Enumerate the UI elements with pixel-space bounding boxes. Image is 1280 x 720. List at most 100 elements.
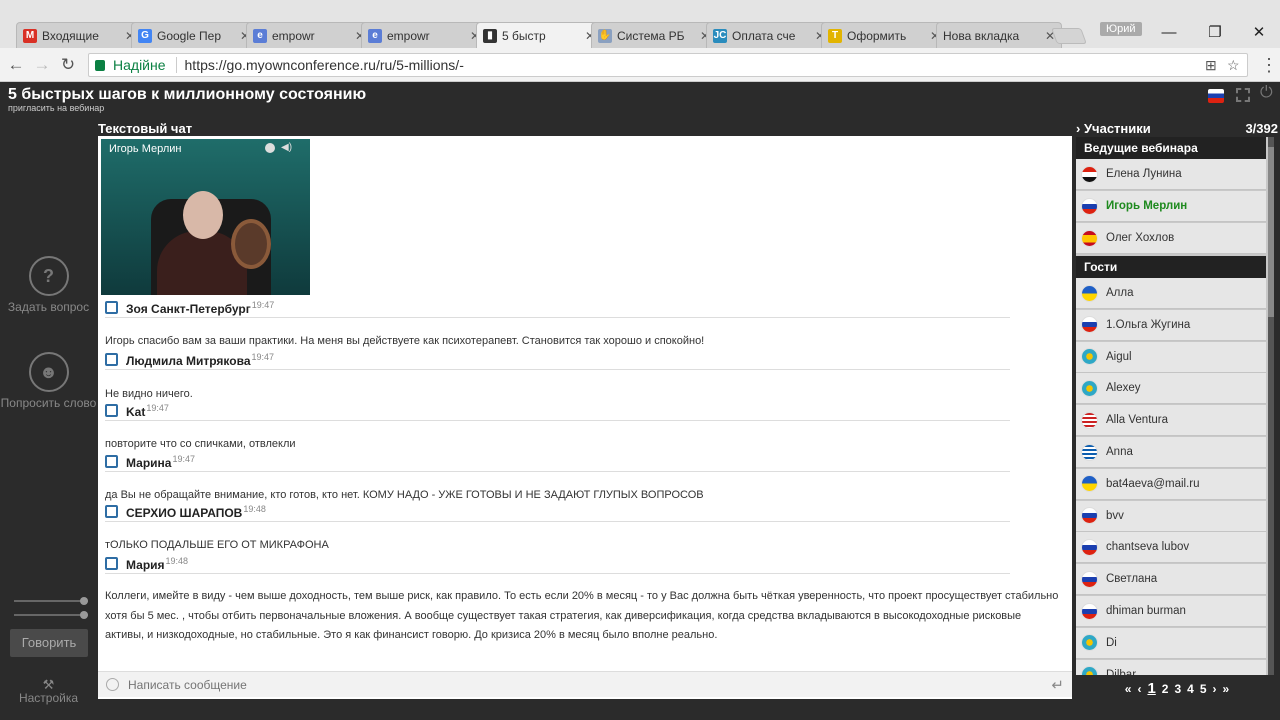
participant-row[interactable]: Олег Хохлов <box>1076 223 1266 254</box>
participant-row[interactable]: Светлана <box>1076 564 1266 596</box>
participant-row[interactable]: Елена Лунина <box>1076 159 1266 190</box>
message-header: Зоя Санкт-Петербург 19:47 <box>105 300 1010 318</box>
language-flag-icon[interactable] <box>1208 89 1224 103</box>
participant-row[interactable]: dhiman burman <box>1076 596 1266 627</box>
message-text: Не видно ничего. <box>105 388 193 400</box>
browser-tab[interactable]: JC Оплата сче ✕ <box>706 22 832 48</box>
page-link[interactable]: » <box>1223 682 1230 696</box>
message-author[interactable]: Зоя Санкт-Петербург <box>126 302 251 316</box>
participant-row[interactable]: Alla Ventura <box>1076 405 1266 437</box>
participant-row[interactable]: Di <box>1076 627 1266 659</box>
participant-name: Dilbar <box>1106 668 1137 675</box>
page-link[interactable]: 5 <box>1200 682 1207 696</box>
participant-row[interactable]: Игорь Мерлин <box>1076 191 1266 222</box>
hosts-header: Ведущие вебинара <box>1076 137 1266 159</box>
video-speaker-icon[interactable]: ◀) <box>281 142 292 153</box>
participant-row[interactable]: bvv <box>1076 500 1266 532</box>
wrench-icon: ⚒ <box>42 677 55 692</box>
page-link[interactable]: ‹ <box>1137 682 1141 696</box>
page-link[interactable]: 3 <box>1174 682 1181 696</box>
translate-icon[interactable]: ⊞ <box>1205 57 1217 74</box>
restore-icon[interactable]: ❐ <box>1204 24 1226 42</box>
chat-user-icon[interactable] <box>105 404 118 417</box>
chat-user-icon[interactable] <box>105 301 118 314</box>
participant-row[interactable]: chantseva lubov <box>1076 532 1266 564</box>
fullscreen-icon[interactable] <box>1236 88 1250 102</box>
participants-scroll-thumb[interactable] <box>1268 147 1274 317</box>
smiley-icon[interactable] <box>106 678 119 691</box>
message-input[interactable] <box>128 677 1052 692</box>
video-person-head <box>183 191 223 239</box>
ask-word-button[interactable]: ☻ Попросить слово <box>0 352 97 410</box>
user-speech-icon: ☻ <box>28 352 69 392</box>
message-author[interactable]: Мария <box>126 558 165 572</box>
profile-badge[interactable]: Юрий <box>1100 22 1142 36</box>
omnibox[interactable]: Надійне https://go.myownconference.ru/ru… <box>88 53 1248 77</box>
star-icon[interactable]: ☆ <box>1227 57 1240 74</box>
invite-link[interactable]: пригласить на вебинар <box>8 103 104 113</box>
page-link[interactable]: 1 <box>1147 680 1155 697</box>
ask-word-label: Попросить слово <box>0 396 97 410</box>
send-icon[interactable]: ↵ <box>1051 676 1064 694</box>
chat-user-icon[interactable] <box>105 557 118 570</box>
browser-tab[interactable]: ✋ Система РБ ✕ <box>591 22 717 48</box>
browser-tab[interactable]: e empowr ✕ <box>361 22 487 48</box>
tab-title: Нова вкладка <box>943 28 1020 43</box>
participant-name: Anna <box>1106 446 1133 458</box>
tab-title: Google Пер <box>157 28 222 43</box>
back-icon[interactable]: ← <box>6 55 26 75</box>
settings-button[interactable]: ⚒ Настройка <box>0 677 97 705</box>
chat-user-icon[interactable] <box>105 353 118 366</box>
participant-row[interactable]: Алла <box>1076 278 1266 309</box>
speaker-volume-slider[interactable] <box>14 597 88 605</box>
page-link[interactable]: › <box>1213 682 1217 696</box>
browser-tab[interactable]: G Google Пер ✕ <box>131 22 257 48</box>
video-mic-icon[interactable] <box>265 143 275 153</box>
mic-volume-slider[interactable] <box>14 611 88 619</box>
chat-user-icon[interactable] <box>105 505 118 518</box>
participants-label: Участники <box>1083 121 1151 136</box>
browser-tab[interactable]: Нова вкладка ✕ <box>936 22 1062 48</box>
left-sidebar: ? Задать вопрос ☻ Попросить слово Говори… <box>0 122 97 720</box>
participants-title[interactable]: › Участники <box>1076 121 1151 136</box>
participant-row[interactable]: Dilbar <box>1076 659 1266 675</box>
participant-row[interactable]: Aigul <box>1076 341 1266 373</box>
participant-row[interactable]: Anna <box>1076 437 1266 468</box>
divider <box>175 57 177 73</box>
page-link[interactable]: « <box>1125 682 1132 696</box>
message-author[interactable]: Марина <box>126 456 171 470</box>
participant-row[interactable]: bat4aeva@mail.ru <box>1076 468 1266 500</box>
tab-title: empowr <box>387 28 430 43</box>
speak-button[interactable]: Говорить <box>10 629 88 657</box>
participant-row[interactable]: Alexey <box>1076 373 1266 405</box>
message-author[interactable]: Людмила Митрякова <box>126 354 251 368</box>
page-link[interactable]: 2 <box>1162 682 1169 696</box>
page-link[interactable]: 4 <box>1187 682 1194 696</box>
chat-user-icon[interactable] <box>105 455 118 468</box>
spain-flag-icon <box>1081 229 1098 247</box>
tab-title: Система РБ <box>617 28 685 43</box>
participant-name: bat4aeva@mail.ru <box>1106 477 1200 490</box>
tab-title: Входящие <box>42 28 99 43</box>
browser-tab[interactable]: T Оформить ✕ <box>821 22 947 48</box>
message-time: 19:47 <box>251 300 275 310</box>
forward-icon[interactable]: → <box>32 55 52 75</box>
new-tab-button[interactable] <box>1051 28 1087 44</box>
minimize-icon[interactable]: — <box>1158 24 1180 42</box>
message-author[interactable]: Kat <box>126 405 145 419</box>
browser-tab[interactable]: M Входящие ✕ <box>16 22 142 48</box>
participants-scrollbar[interactable] <box>1268 137 1274 675</box>
url-text[interactable]: https://go.myownconference.ru/ru/5-milli… <box>185 57 464 73</box>
browser-tab[interactable]: e empowr ✕ <box>246 22 372 48</box>
browser-tab[interactable]: ▮ 5 быстр ✕ <box>476 22 602 49</box>
message-header: Мария 19:48 <box>105 556 1010 574</box>
message-author[interactable]: СЕРХИО ШАРАПОВ <box>126 506 242 520</box>
browser-tab-bar: M Входящие ✕ G Google Пер ✕ e empowr ✕ e empowr ✕ ▮ 5… <box>0 0 1280 49</box>
participant-row[interactable]: 1.Ольга Жугина <box>1076 309 1266 341</box>
close-window-icon[interactable]: ✕ <box>1248 24 1270 42</box>
google-translate-icon: G <box>138 28 152 43</box>
power-icon[interactable]: ⏻ <box>1260 84 1273 102</box>
reload-icon[interactable]: ↻ <box>58 55 78 75</box>
menu-icon[interactable]: ⋮ <box>1260 55 1278 76</box>
ask-question-button[interactable]: ? Задать вопрос <box>0 256 97 314</box>
